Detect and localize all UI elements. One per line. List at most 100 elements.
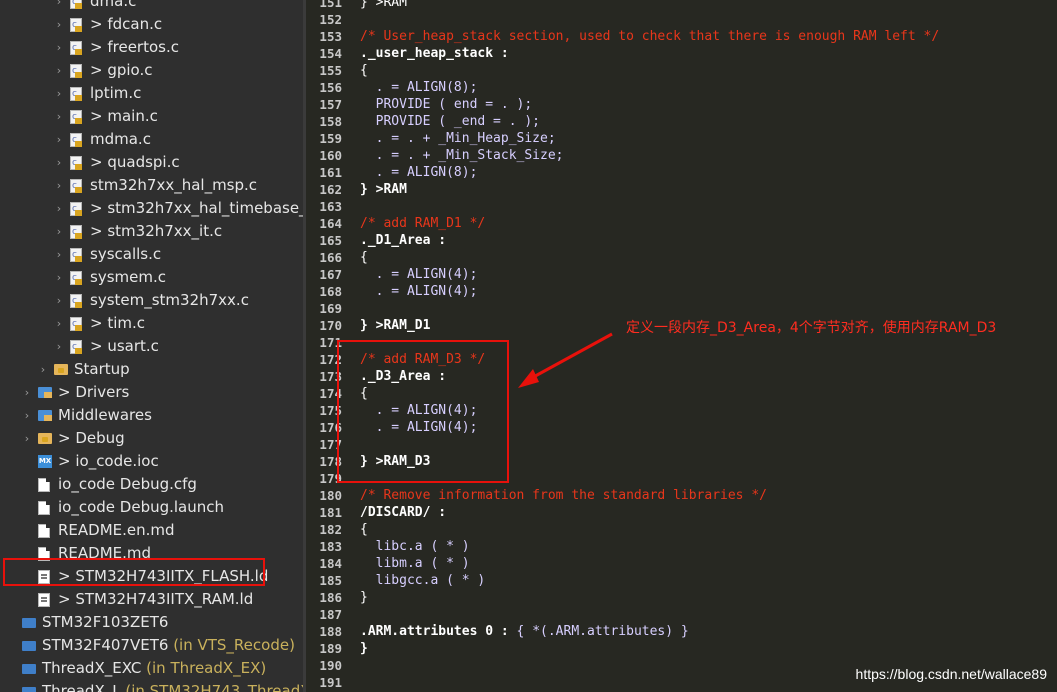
code-line[interactable]: 158 PROVIDE ( _end = . ); <box>306 113 1057 130</box>
code-line[interactable]: 154 ._user_heap_stack : <box>306 45 1057 62</box>
tree-item-name: tim.c <box>107 314 146 332</box>
line-code: /* Remove information from the standard … <box>360 487 767 504</box>
expand-chevron-icon[interactable]: › <box>38 358 48 381</box>
dirty-marker: > <box>90 222 108 240</box>
code-token: libm.a ( * ) <box>360 556 470 571</box>
code-line[interactable]: 159 . = . + _Min_Heap_Size; <box>306 130 1057 147</box>
code-line[interactable]: 184 libm.a ( * ) <box>306 555 1057 572</box>
tree-item[interactable]: README.en.md <box>0 519 303 542</box>
code-line[interactable]: 157 PROVIDE ( end = . ); <box>306 96 1057 113</box>
tree-item-name: io_code Debug.cfg <box>58 475 197 493</box>
tree-item-label: syscalls.c <box>90 243 161 266</box>
tree-item[interactable]: › > gpio.c <box>0 59 303 83</box>
expand-chevron-icon[interactable]: › <box>54 243 64 266</box>
expand-chevron-icon[interactable]: › <box>54 128 64 151</box>
code-line[interactable]: 164 /* add RAM_D1 */ <box>306 215 1057 232</box>
code-line[interactable]: 186} <box>306 589 1057 606</box>
code-line[interactable]: 162} >RAM <box>306 181 1057 198</box>
tree-item-label: > STM32H743IITX_RAM.ld <box>58 588 253 611</box>
tree-item[interactable]: STM32F407VET6 (in VTS_Recode) <box>0 634 303 657</box>
tree-item[interactable]: › > tim.c <box>0 312 303 336</box>
expand-chevron-icon[interactable]: › <box>22 381 32 404</box>
tree-item[interactable]: io_code Debug.cfg <box>0 473 303 496</box>
line-number: 160 <box>319 148 342 163</box>
tree-item[interactable]: › stm32h7xx_hal_msp.c <box>0 174 303 198</box>
expand-chevron-icon[interactable]: › <box>54 151 64 174</box>
code-line[interactable]: 161 . = ALIGN(8); <box>306 164 1057 181</box>
code-line[interactable]: 156 . = ALIGN(8); <box>306 79 1057 96</box>
expand-chevron-icon[interactable]: › <box>22 404 32 427</box>
tree-item[interactable]: › > Drivers <box>0 381 303 404</box>
code-line[interactable]: 187 <box>306 606 1057 623</box>
line-number: 159 <box>319 131 342 146</box>
tree-item-label: STM32F407VET6 (in VTS_Recode) <box>42 634 295 657</box>
code-line[interactable]: 169 <box>306 300 1057 317</box>
expand-chevron-icon[interactable]: › <box>54 220 64 243</box>
tree-item[interactable]: › dma.c <box>0 0 303 14</box>
tree-item[interactable]: › > stm32h7xx_hal_timebase_tim <box>0 197 303 221</box>
expand-chevron-icon[interactable]: › <box>54 13 64 36</box>
tree-item[interactable]: › mdma.c <box>0 128 303 152</box>
expand-chevron-icon[interactable]: › <box>54 82 64 105</box>
expand-chevron-icon[interactable]: › <box>54 174 64 197</box>
code-line[interactable]: 188 .ARM.attributes 0 : { *(.ARM.attribut… <box>306 623 1057 640</box>
tree-item[interactable]: › system_stm32h7xx.c <box>0 289 303 313</box>
code-line[interactable]: 160 . = . + _Min_Stack_Size; <box>306 147 1057 164</box>
tree-item[interactable]: › Middlewares <box>0 404 303 427</box>
code-line[interactable]: 153 /* User_heap_stack section, used to c… <box>306 28 1057 45</box>
expand-chevron-icon[interactable]: › <box>22 427 32 450</box>
code-line[interactable]: 189} <box>306 640 1057 657</box>
tree-item[interactable]: › sysmem.c <box>0 266 303 290</box>
c-file-icon <box>70 129 82 152</box>
tree-item[interactable]: > STM32H743IITX_RAM.ld <box>0 588 303 611</box>
line-code: } >RAM_D1 <box>360 317 430 334</box>
code-line[interactable]: 180 /* Remove information from the standa… <box>306 487 1057 504</box>
expand-chevron-icon[interactable]: › <box>54 289 64 312</box>
code-line[interactable]: 185 libgcc.a ( * ) <box>306 572 1057 589</box>
tree-item[interactable]: ThreadX_EXC (in ThreadX_EX) <box>0 657 303 680</box>
code-token: ._user_heap_stack : <box>360 46 509 61</box>
expand-chevron-icon[interactable]: › <box>54 105 64 128</box>
expand-chevron-icon[interactable]: › <box>54 0 64 13</box>
expand-chevron-icon[interactable]: › <box>54 59 64 82</box>
line-code: . = ALIGN(4); <box>360 283 478 300</box>
code-line[interactable]: 163 <box>306 198 1057 215</box>
tree-item[interactable]: › lptim.c <box>0 82 303 106</box>
tree-item-name: quadspi.c <box>107 153 180 171</box>
tree-item-label: dma.c <box>90 0 136 13</box>
code-line[interactable]: 167 . = ALIGN(4); <box>306 266 1057 283</box>
tree-item[interactable]: ThreadX_L (in STM32H743_ThreadX) <box>0 680 303 692</box>
line-number: 170 <box>319 318 342 333</box>
expand-chevron-icon[interactable]: › <box>54 266 64 289</box>
tree-item[interactable]: › > main.c <box>0 105 303 129</box>
expand-chevron-icon[interactable]: › <box>54 197 64 220</box>
expand-chevron-icon[interactable]: › <box>54 312 64 335</box>
code-line[interactable]: 182 { <box>306 521 1057 538</box>
code-line[interactable]: 165 ._D1_Area : <box>306 232 1057 249</box>
expand-chevron-icon[interactable]: › <box>54 36 64 59</box>
line-code: . = ALIGN(4); <box>360 266 478 283</box>
tree-item[interactable]: › > quadspi.c <box>0 151 303 175</box>
tree-item-label: system_stm32h7xx.c <box>90 289 249 312</box>
code-line[interactable]: 151} >RAM <box>306 0 1057 11</box>
tree-item[interactable]: › syscalls.c <box>0 243 303 267</box>
expand-chevron-icon[interactable]: › <box>54 335 64 358</box>
code-line[interactable]: 181/DISCARD/ : <box>306 504 1057 521</box>
project-explorer: › dma.c › > fdcan.c › > freertos.c › > gpio.c › l… <box>0 0 303 692</box>
code-line[interactable]: 152 <box>306 11 1057 28</box>
tree-item[interactable]: MX > io_code.ioc <box>0 450 303 473</box>
tree-item[interactable]: › > usart.c <box>0 335 303 359</box>
tree-item[interactable]: › > fdcan.c <box>0 13 303 37</box>
tree-item[interactable]: io_code Debug.launch <box>0 496 303 519</box>
tree-item[interactable]: › > stm32h7xx_it.c <box>0 220 303 244</box>
tree-item[interactable]: › > Debug <box>0 427 303 450</box>
code-line[interactable]: 166 { <box>306 249 1057 266</box>
tree-item[interactable]: › Startup <box>0 358 303 381</box>
dirty-marker: > <box>90 107 108 125</box>
code-line[interactable]: 183 libc.a ( * ) <box>306 538 1057 555</box>
code-line[interactable]: 168 . = ALIGN(4); <box>306 283 1057 300</box>
tree-item[interactable]: › > freertos.c <box>0 36 303 60</box>
code-line[interactable]: 155 { <box>306 62 1057 79</box>
tree-item[interactable]: STM32F103ZET6 <box>0 611 303 634</box>
ld-file-icon <box>38 593 50 607</box>
